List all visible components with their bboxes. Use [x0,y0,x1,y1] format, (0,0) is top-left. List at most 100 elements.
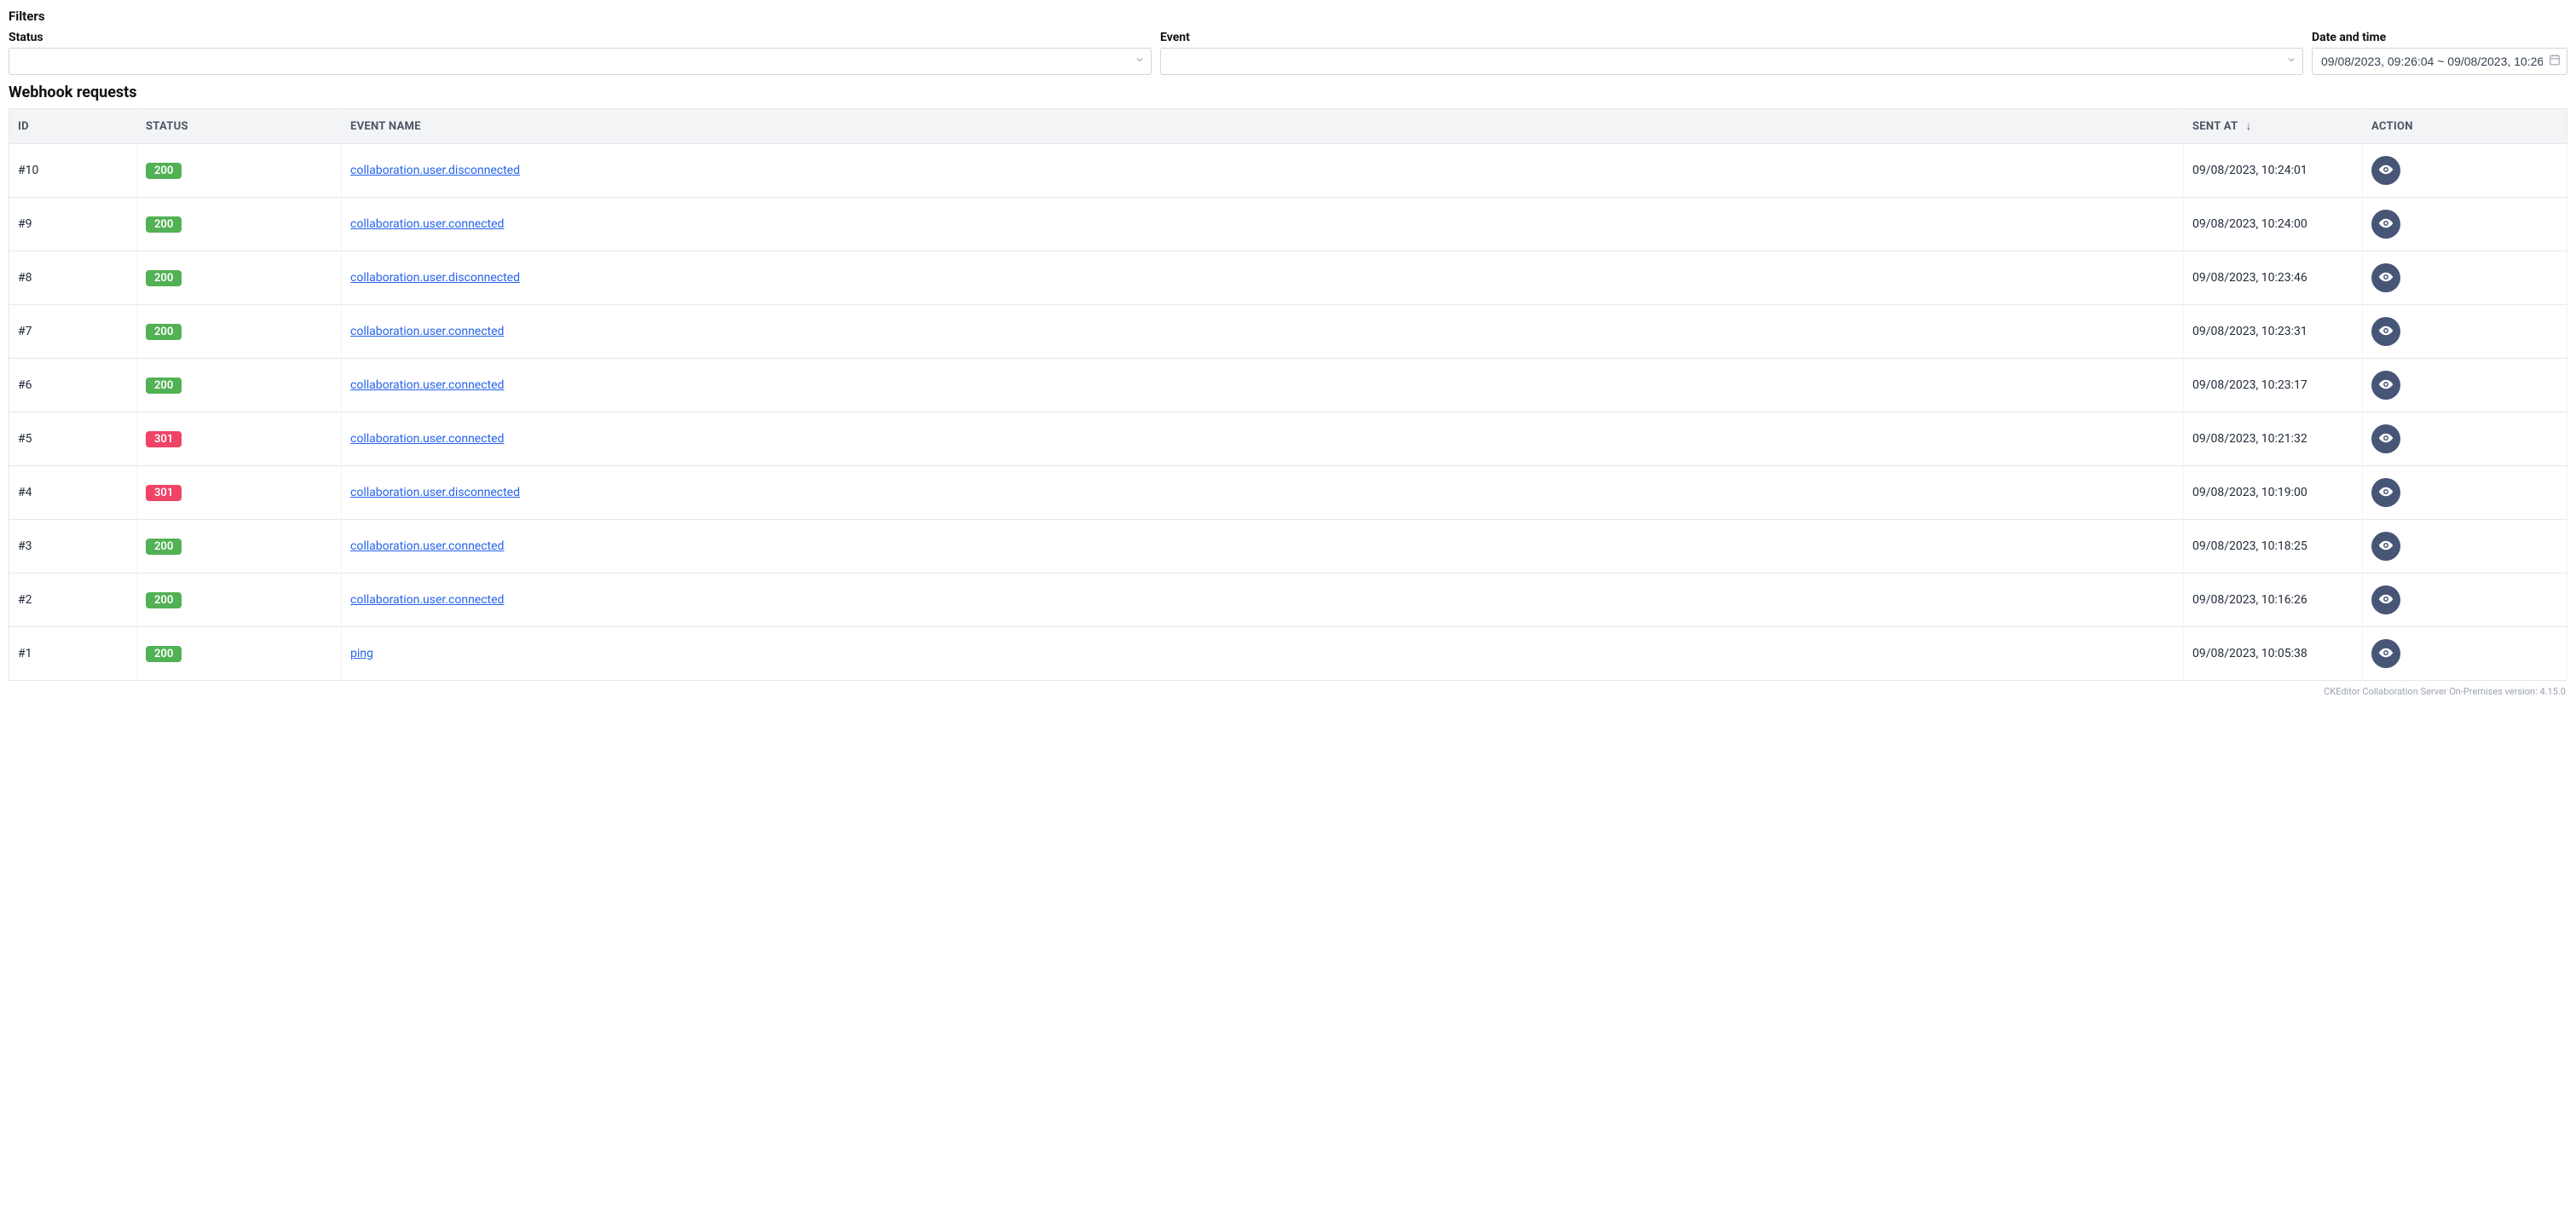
event-name-link[interactable]: collaboration.user.disconnected [350,164,520,177]
row-status-cell: 200 [137,198,342,251]
event-name-link[interactable]: collaboration.user.connected [350,539,504,553]
status-badge: 200 [146,646,182,662]
view-button[interactable] [2371,156,2400,185]
eye-icon [2378,162,2394,180]
table-row: #9200collaboration.user.connected09/08/2… [9,198,2567,251]
event-name-link[interactable]: collaboration.user.connected [350,325,504,338]
event-name-link[interactable]: collaboration.user.connected [350,217,504,231]
status-badge: 200 [146,539,182,555]
date-range-input[interactable] [2312,48,2567,75]
date-filter-label: Date and time [2312,31,2567,44]
table-row: #4 301 collaboration.user.disconnected 09/0… [9,466,2567,520]
row-sent-at: 09/08/2023, 10:23:46 [2184,251,2363,305]
row-action-cell [2363,305,2567,359]
row-status-cell: 200 [137,520,342,574]
filters-heading: Filters [9,9,2567,24]
row-event-cell: ping [342,627,2184,681]
view-button[interactable] [2371,424,2400,453]
row-id: #8 [9,251,137,305]
row-action-cell [2363,359,2567,412]
row-id: #4 [9,466,137,520]
table-row: #7200 collaboration.user.connected 09/08/2… [9,305,2567,359]
row-id: #2 [9,574,137,627]
event-name-link[interactable]: collaboration.user.disconnected [350,271,520,285]
status-badge: 301 [146,485,182,501]
row-id: #9 [9,198,137,251]
table-row: #2200collaboration.user.connected09/08/2… [9,574,2567,627]
eye-icon [2378,591,2394,609]
row-action-cell [2363,198,2567,251]
event-filter-select[interactable] [1160,48,2303,75]
row-sent-at: 09/08/2023, 10:18:25 [2184,520,2363,574]
view-button[interactable] [2371,371,2400,400]
view-button[interactable] [2371,585,2400,614]
view-button[interactable] [2371,532,2400,561]
column-header-event[interactable]: EVENT NAME [342,109,2184,144]
row-status-cell: 301 [137,466,342,520]
view-button[interactable] [2371,317,2400,346]
row-action-cell [2363,627,2567,681]
eye-icon [2378,269,2394,287]
view-button[interactable] [2371,210,2400,239]
row-event-cell: collaboration.user.disconnected [342,466,2184,520]
status-badge: 200 [146,378,182,394]
footer-version: CKEditor Collaboration Server On-Premise… [9,686,2567,697]
column-header-action[interactable]: ACTION [2363,109,2567,144]
row-status-cell: 200 [137,359,342,412]
row-id: #7 [9,305,137,359]
row-sent-at: 09/08/2023, 10:24:01 [2184,144,2363,198]
view-button[interactable] [2371,639,2400,668]
webhook-requests-table: ID STATUS EVENT NAME SENT AT ↓ ACTION #1… [9,108,2567,681]
row-sent-at: 09/08/2023, 10:21:32 [2184,412,2363,466]
row-event-cell: collaboration.user.connected [342,574,2184,627]
event-name-link[interactable]: collaboration.user.connected [350,378,504,392]
row-sent-at: 09/08/2023, 10:05:38 [2184,627,2363,681]
eye-icon [2378,484,2394,502]
row-event-cell: collaboration.user.connected [342,520,2184,574]
row-id: #5 [9,412,137,466]
row-event-cell: collaboration.user.connected [342,412,2184,466]
event-name-link[interactable]: collaboration.user.disconnected [350,486,520,499]
filters-row: Status Event Date and time [9,31,2567,75]
row-event-cell: collaboration.user.connected [342,305,2184,359]
table-row: #6200collaboration.user.connected09/08/2… [9,359,2567,412]
row-action-cell [2363,144,2567,198]
row-sent-at: 09/08/2023, 10:19:00 [2184,466,2363,520]
row-event-cell: collaboration.user.connected [342,198,2184,251]
row-status-cell: 200 [137,627,342,681]
row-action-cell [2363,466,2567,520]
table-title: Webhook requests [9,84,2567,101]
status-badge: 200 [146,163,182,179]
eye-icon [2378,377,2394,395]
view-button[interactable] [2371,478,2400,507]
row-action-cell [2363,574,2567,627]
filter-event: Event [1160,31,2303,75]
table-row: #10200collaboration.user.disconnected09/… [9,144,2567,198]
status-badge: 200 [146,592,182,608]
column-header-id[interactable]: ID [9,109,137,144]
sort-descending-icon: ↓ [2246,120,2252,133]
row-sent-at: 09/08/2023, 10:23:31 [2184,305,2363,359]
event-name-link[interactable]: collaboration.user.connected [350,432,504,446]
row-status-cell: 200 [137,251,342,305]
status-filter-select[interactable] [9,48,1152,75]
status-filter-label: Status [9,31,1152,44]
filter-date: Date and time [2312,31,2567,75]
column-header-sent[interactable]: SENT AT ↓ [2184,109,2363,144]
column-header-sent-label: SENT AT [2192,120,2238,133]
row-status-cell: 200 [137,305,342,359]
event-filter-label: Event [1160,31,2303,44]
event-name-link[interactable]: ping [350,647,373,660]
row-action-cell [2363,520,2567,574]
filter-status: Status [9,31,1152,75]
eye-icon [2378,538,2394,556]
row-status-cell: 200 [137,144,342,198]
row-id: #1 [9,627,137,681]
view-button[interactable] [2371,263,2400,292]
row-status-cell: 200 [137,574,342,627]
row-sent-at: 09/08/2023, 10:23:17 [2184,359,2363,412]
row-id: #3 [9,520,137,574]
column-header-status[interactable]: STATUS [137,109,342,144]
event-name-link[interactable]: collaboration.user.connected [350,593,504,607]
row-event-cell: collaboration.user.disconnected [342,251,2184,305]
